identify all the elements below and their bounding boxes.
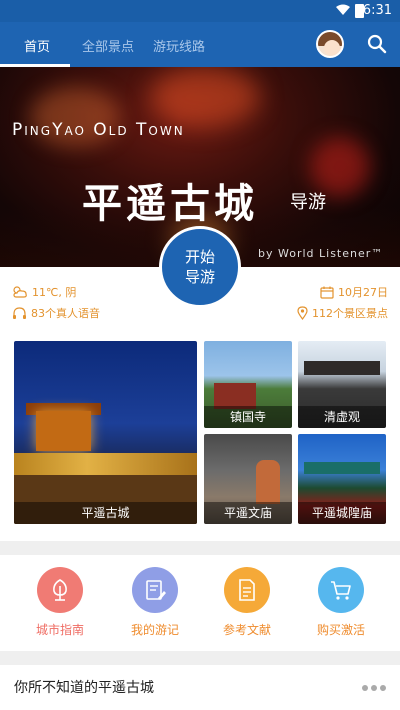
start-button-line2: 导游 (184, 268, 215, 286)
references-button[interactable]: 参考文献 (212, 567, 282, 638)
attraction-card-confucian-temple[interactable]: 平遥文庙 (204, 434, 292, 524)
hero-byline: by World Listener™ (258, 247, 384, 260)
attraction-card-city-god-temple[interactable]: 平遥城隍庙 (298, 434, 386, 524)
weather-text: 11℃, 阴 (32, 286, 77, 299)
attraction-caption: 平遥城隍庙 (298, 502, 386, 524)
attraction-card-zhenguo-temple[interactable]: 镇国寺 (204, 341, 292, 428)
article-card[interactable]: 你所不知道的平遥古城 (0, 665, 400, 710)
section-divider (0, 541, 400, 555)
edit-note-icon (146, 580, 166, 600)
more-options-icon[interactable] (362, 685, 386, 691)
attraction-caption: 镇国寺 (204, 406, 292, 428)
cloud-sun-icon (13, 286, 27, 298)
tab-all-spots[interactable]: 全部景点 (82, 36, 134, 55)
weather-info: 11℃, 阴 (12, 284, 76, 300)
spots-count: 112个景区景点 (312, 307, 388, 320)
hero-subtitle: 导游 (290, 192, 326, 213)
feature-row: 城市指南 我的游记 参考文献 购买激活 (0, 555, 400, 651)
user-avatar[interactable] (316, 30, 344, 58)
app-bar: 首页 全部景点 游玩线路 (0, 22, 400, 67)
spots-info: 112个景区景点 (297, 305, 388, 321)
attraction-grid: 平遥古城 镇国寺 清虚观 平遥文庙 平遥城隍庙 (0, 333, 400, 541)
attraction-card-pingyao-old-town[interactable]: 平遥古城 (14, 341, 197, 524)
start-tour-button[interactable]: 开始 导游 (159, 226, 241, 308)
section-divider (0, 651, 400, 665)
hero-title-en: PingYao Old Town (12, 120, 185, 140)
attraction-caption: 平遥古城 (14, 502, 197, 524)
location-pin-icon (297, 306, 308, 320)
tree-icon (53, 579, 67, 601)
document-icon (239, 579, 255, 601)
search-icon[interactable] (366, 33, 388, 55)
purchase-activate-button[interactable]: 购买激活 (306, 567, 376, 638)
tab-routes[interactable]: 游玩线路 (153, 36, 205, 55)
attraction-card-qingxu-temple[interactable]: 清虚观 (298, 341, 386, 428)
headphones-icon (13, 306, 26, 319)
feature-label: 购买激活 (316, 623, 365, 637)
attraction-caption: 平遥文庙 (204, 502, 292, 524)
calendar-icon (320, 286, 334, 299)
city-guide-button[interactable]: 城市指南 (25, 567, 95, 638)
hero-title-cn: 平遥古城 (82, 180, 258, 227)
date-text: 10月27日 (338, 286, 388, 299)
feature-label: 我的游记 (130, 623, 179, 637)
article-title: 你所不知道的平遥古城 (14, 680, 154, 696)
cart-icon (331, 581, 351, 600)
my-journal-button[interactable]: 我的游记 (120, 567, 190, 638)
tab-home[interactable]: 首页 (24, 36, 50, 55)
voice-count: 83个真人语音 (31, 307, 100, 320)
voice-info: 83个真人语音 (12, 305, 100, 321)
start-button-line1: 开始 (184, 248, 215, 266)
date-info: 10月27日 (320, 284, 388, 300)
status-time: 6:31 (362, 3, 392, 18)
attraction-caption: 清虚观 (298, 406, 386, 428)
feature-label: 参考文献 (222, 623, 271, 637)
feature-label: 城市指南 (35, 623, 84, 637)
status-bar: 6:31 (0, 0, 400, 22)
wifi-icon (336, 4, 350, 15)
